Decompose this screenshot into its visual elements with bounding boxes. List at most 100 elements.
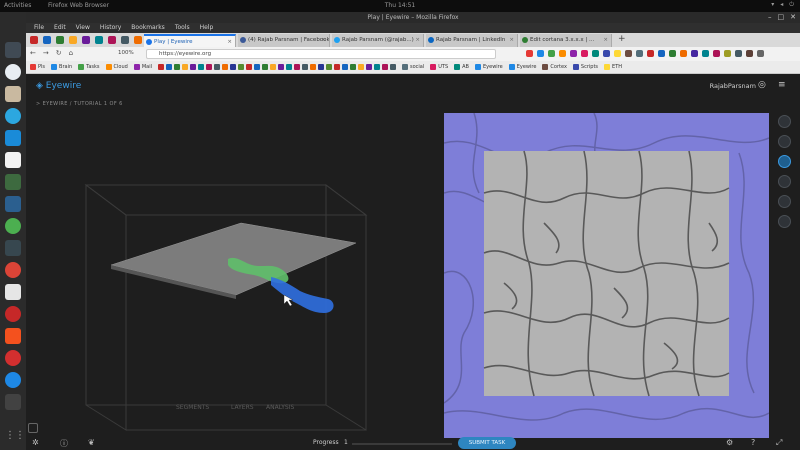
help-icon[interactable]: ⓘ [60, 438, 68, 449]
tool-button[interactable] [778, 135, 791, 148]
cube-label-analysis[interactable]: ANALYSIS [266, 404, 294, 411]
menu-bookmarks[interactable]: Bookmarks [131, 23, 165, 33]
bookmark-item[interactable]: Pls [30, 64, 45, 70]
bookmark-item[interactable]: Tasks [78, 64, 100, 70]
pinned-tab-icon[interactable] [134, 36, 142, 44]
bookmark-icon[interactable] [365, 64, 372, 70]
globe-icon[interactable] [5, 218, 21, 234]
pinned-tab-icon[interactable] [43, 36, 51, 44]
gear-icon[interactable]: ⚙ [726, 438, 733, 447]
minimize-icon[interactable]: – [768, 13, 772, 21]
tab-twitter[interactable]: Rajab Parsnam (@rajab...) × [332, 34, 424, 47]
bookmark-icon[interactable] [277, 64, 284, 70]
menu-help[interactable]: Help [200, 23, 214, 33]
bookmark-icon[interactable] [389, 64, 396, 70]
submit-task-button[interactable]: SUBMIT TASK [458, 437, 516, 449]
em-slice-viewer[interactable] [444, 113, 769, 438]
close-tab-icon[interactable]: × [509, 34, 514, 47]
back-icon[interactable]: ← [30, 49, 36, 57]
firefox-icon[interactable] [5, 372, 21, 388]
bookmark-icon[interactable] [325, 64, 332, 70]
bookmark-item[interactable]: Scripts [572, 64, 598, 70]
extension-icon[interactable] [559, 50, 566, 57]
cube-label-layers[interactable]: LAYERS [231, 404, 254, 411]
tool-button[interactable] [778, 215, 791, 228]
home-icon[interactable]: ⌂ [69, 49, 73, 57]
monitor-icon[interactable] [5, 240, 21, 256]
terminal-icon[interactable] [5, 42, 21, 58]
tool-button[interactable] [778, 175, 791, 188]
extension-icon[interactable] [691, 50, 698, 57]
question-icon[interactable]: ? [751, 438, 755, 447]
extension-icon[interactable] [746, 50, 753, 57]
bookmark-icon[interactable] [229, 64, 236, 70]
extension-icon[interactable] [735, 50, 742, 57]
pinned-tab-icon[interactable] [69, 36, 77, 44]
brave-icon[interactable] [5, 328, 21, 344]
pinned-tab-icon[interactable] [95, 36, 103, 44]
bookmark-item[interactable]: Brain [51, 64, 72, 70]
bookmark-icon[interactable] [245, 64, 252, 70]
bookmark-icon[interactable] [373, 64, 380, 70]
bookmark-icon[interactable] [309, 64, 316, 70]
bookmark-icon[interactable] [357, 64, 364, 70]
bookmark-item[interactable]: UTS [430, 64, 448, 70]
bookmark-icon[interactable] [293, 64, 300, 70]
close-tab-icon[interactable]: × [227, 36, 232, 47]
menu-file[interactable]: File [34, 23, 44, 33]
vivaldi-icon[interactable] [5, 350, 21, 366]
office-icon[interactable] [5, 284, 21, 300]
pinned-tab-icon[interactable] [30, 36, 38, 44]
extension-icon[interactable] [537, 50, 544, 57]
system-tray[interactable]: ▾ ◂ ⏻ [771, 1, 794, 9]
bookmark-item[interactable]: Eyewire [508, 64, 536, 70]
close-tab-icon[interactable]: × [603, 34, 608, 47]
cube-label-segments[interactable]: SEGMENTS [176, 404, 209, 411]
tab-cortana[interactable]: Edit cortana 3.x.x.x | ... × [520, 34, 612, 47]
chrome-icon[interactable] [5, 262, 21, 278]
bookmark-icon[interactable] [189, 64, 196, 70]
extension-icon[interactable] [647, 50, 654, 57]
bookmark-icon[interactable] [213, 64, 220, 70]
extension-icon[interactable] [724, 50, 731, 57]
image-viewer-icon[interactable] [5, 174, 21, 190]
bookmark-icon[interactable] [181, 64, 188, 70]
reload-icon[interactable]: ↻ [56, 49, 62, 57]
keyboard-shortcut-icon[interactable] [28, 423, 38, 433]
menu-edit[interactable]: Edit [54, 23, 66, 33]
bookmark-icon[interactable] [165, 64, 172, 70]
tool-button-active[interactable] [778, 155, 791, 168]
opera-icon[interactable] [5, 306, 21, 322]
pinned-tab-icon[interactable] [108, 36, 116, 44]
menu-icon[interactable] [757, 50, 764, 57]
new-tab-button[interactable]: + [618, 34, 626, 44]
extension-icon[interactable] [570, 50, 577, 57]
bookmark-item[interactable]: Mail [133, 64, 152, 70]
tool-button[interactable] [778, 115, 791, 128]
extension-icon[interactable] [581, 50, 588, 57]
bookmark-icon[interactable] [253, 64, 260, 70]
photos-icon[interactable] [5, 196, 21, 212]
bookmark-item[interactable]: social [401, 64, 424, 70]
bookmark-icon[interactable] [261, 64, 268, 70]
archive-icon[interactable] [5, 86, 21, 102]
maximize-icon[interactable]: □ [778, 13, 785, 21]
bookmark-icon[interactable] [341, 64, 348, 70]
tab-facebook[interactable]: (4) Rajab Parsnam | Facebook × [238, 34, 330, 47]
bookmark-icon[interactable] [157, 64, 164, 70]
bookmark-icon[interactable] [381, 64, 388, 70]
bookmark-icon[interactable] [333, 64, 340, 70]
hamburger-menu-icon[interactable]: ≡ [778, 80, 786, 90]
tab-eyewire[interactable]: Play | Eyewire × [144, 34, 236, 47]
extension-icon[interactable] [713, 50, 720, 57]
bookmark-item[interactable]: AB [454, 64, 469, 70]
bookmark-icon[interactable] [349, 64, 356, 70]
bookmark-icon[interactable] [317, 64, 324, 70]
bookmark-item[interactable]: Cortex [542, 64, 567, 70]
extension-icon[interactable] [658, 50, 665, 57]
extension-icon[interactable] [603, 50, 610, 57]
tab-linkedin[interactable]: Rajab Parsnam | LinkedIn × [426, 34, 518, 47]
close-tab-icon[interactable]: × [415, 34, 420, 47]
trash-icon[interactable] [5, 394, 21, 410]
bookmark-item[interactable]: ETH [604, 64, 622, 70]
